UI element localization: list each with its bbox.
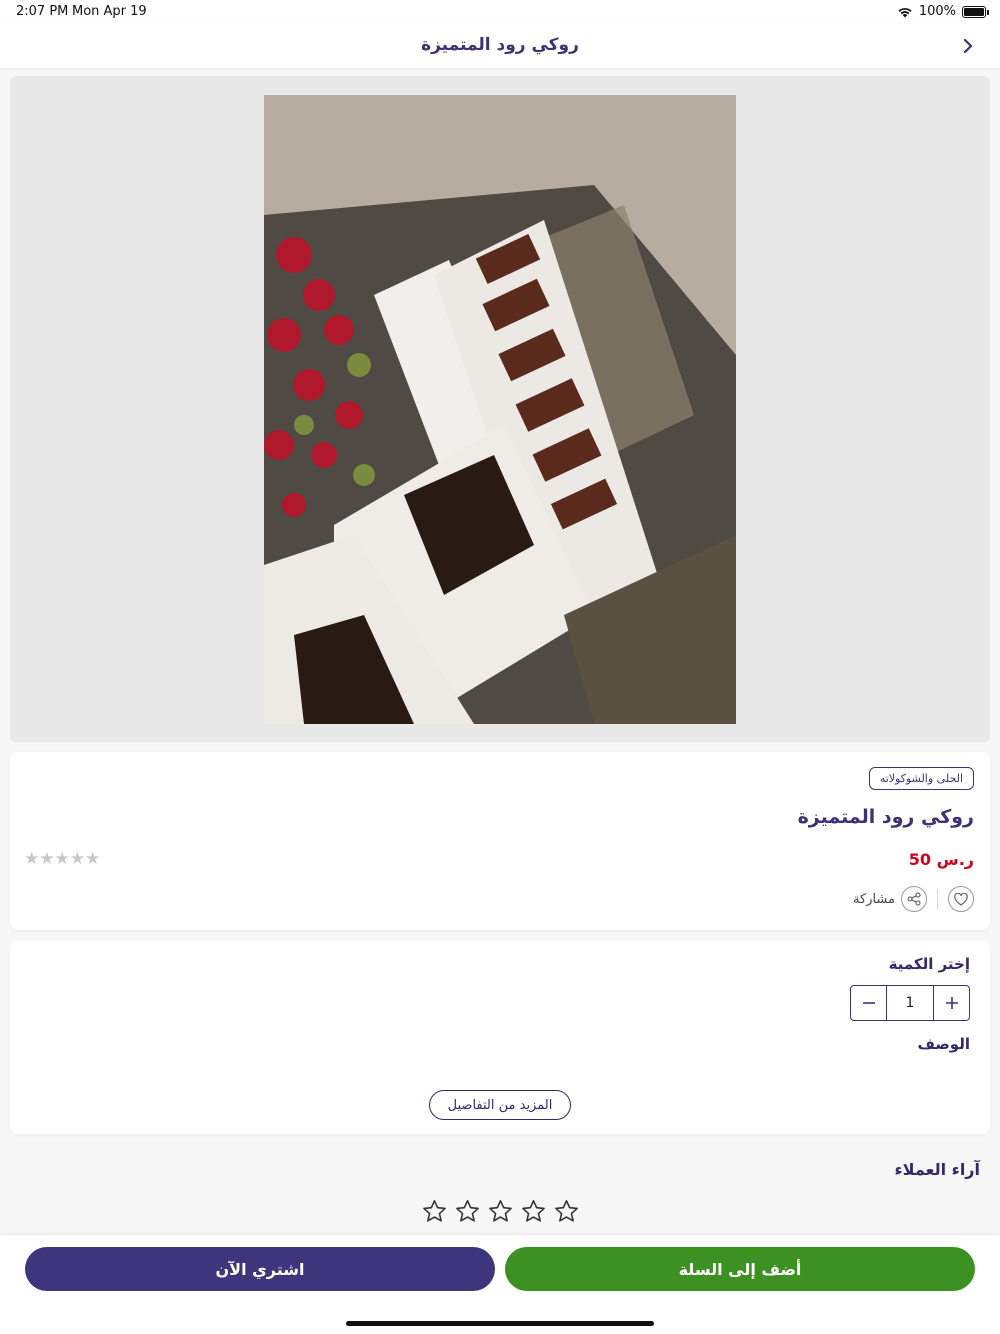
star-outline-icon[interactable]	[454, 1198, 481, 1225]
product-image-area	[10, 76, 990, 742]
reviews-title: آراء العملاء	[894, 1160, 980, 1179]
share-button[interactable]: مشاركة	[853, 886, 927, 912]
quantity-description-card: إختر الكمية 1 الوصف المزيد من التفاصيل	[10, 940, 990, 1134]
star-icon: ★	[39, 849, 55, 869]
product-actions: مشاركة	[853, 886, 974, 912]
share-icon	[907, 892, 921, 906]
decrement-button[interactable]	[851, 986, 886, 1020]
quantity-label: إختر الكمية	[888, 955, 970, 973]
nav-bar: روكي رود المتميزة	[0, 24, 1000, 68]
minus-icon	[862, 1002, 875, 1004]
star-icon: ★	[24, 849, 40, 869]
category-chip[interactable]: الحلى والشوكولاته	[868, 767, 974, 790]
description-label: الوصف	[917, 1035, 970, 1053]
product-photo[interactable]	[264, 95, 736, 724]
status-indicators: 100%	[897, 4, 989, 19]
status-time: 2:07 PM	[16, 4, 69, 19]
chevron-right-icon[interactable]	[958, 36, 978, 56]
product-name: روكي رود المتميزة	[797, 806, 974, 828]
star-outline-icon[interactable]	[421, 1198, 448, 1225]
status-date: Mon Apr 19	[72, 4, 147, 19]
wifi-icon	[898, 7, 912, 17]
favorite-button[interactable]	[948, 886, 974, 912]
quantity-value[interactable]: 1	[886, 986, 934, 1020]
star-outline-icon[interactable]	[520, 1198, 547, 1225]
star-icon: ★	[54, 849, 70, 869]
more-details-button[interactable]: المزيد من التفاصيل	[429, 1090, 571, 1120]
heart-icon	[954, 892, 968, 906]
product-info-card: الحلى والشوكولاته روكي رود المتميزة 50 ر…	[10, 752, 990, 930]
star-icon: ★	[85, 849, 101, 869]
star-icon: ★	[69, 849, 85, 869]
battery-icon	[962, 5, 989, 18]
product-photo-illustration	[264, 95, 736, 724]
add-to-cart-button[interactable]: أضف إلى السلة	[505, 1247, 975, 1291]
quantity-stepper: 1	[850, 985, 970, 1021]
star-outline-icon[interactable]	[487, 1198, 514, 1225]
star-outline-icon[interactable]	[553, 1198, 580, 1225]
buy-now-button[interactable]: اشتري الآن	[25, 1247, 495, 1291]
page-title: روكي رود المتميزة	[421, 35, 579, 55]
product-price: 50 ر.س	[908, 850, 974, 869]
increment-button[interactable]	[934, 986, 969, 1020]
product-rating-stars: ★★★★★	[24, 849, 100, 869]
status-bar: 2:07 PM Mon Apr 19 100%	[0, 0, 1000, 24]
divider	[937, 889, 938, 909]
battery-percent: 100%	[918, 4, 956, 19]
review-rating-input	[421, 1198, 580, 1225]
bottom-action-bar: اشتري الآن أضف إلى السلة	[0, 1235, 1000, 1334]
share-icon-wrap	[901, 886, 927, 912]
plus-icon	[945, 997, 958, 1009]
share-label: مشاركة	[853, 891, 895, 907]
home-indicator[interactable]	[346, 1321, 654, 1326]
